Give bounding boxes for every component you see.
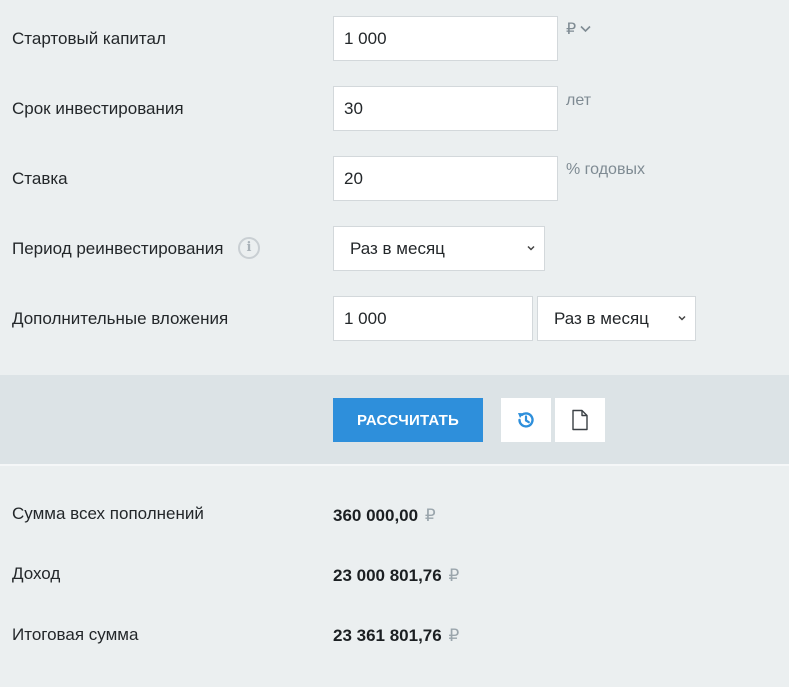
currency-selector[interactable]: ₽ [566, 19, 591, 39]
term-label: Срок инвестирования [12, 99, 184, 118]
chevron-down-icon [527, 245, 535, 251]
document-icon [572, 409, 588, 431]
currency-symbol: ₽ [566, 21, 577, 38]
chevron-down-icon [678, 315, 686, 321]
currency-symbol: ₽ [448, 566, 460, 585]
extra-contrib-period-select[interactable]: Раз в месяц [537, 296, 696, 341]
final-sum-value: 23 361 801,76 ₽ [333, 626, 460, 645]
divider [0, 464, 789, 466]
history-icon [518, 412, 534, 428]
currency-symbol: ₽ [448, 626, 460, 645]
chevron-down-icon [580, 25, 591, 33]
start-capital-input[interactable] [333, 16, 558, 61]
income-label: Доход [12, 564, 61, 583]
extra-contrib-period-value: Раз в месяц [554, 308, 649, 328]
reinvest-period-label: Период реинвестирования [12, 239, 224, 258]
info-icon[interactable]: i [238, 237, 260, 259]
final-sum-label: Итоговая сумма [12, 625, 139, 644]
term-input[interactable] [333, 86, 558, 131]
history-button[interactable] [501, 398, 551, 442]
rate-label: Ставка [12, 169, 68, 188]
term-unit: лет [566, 92, 592, 109]
extra-contrib-input[interactable] [333, 296, 533, 341]
reinvest-period-select[interactable]: Раз в месяц [333, 226, 545, 271]
rate-unit: % годовых [566, 161, 645, 178]
income-value: 23 000 801,76 ₽ [333, 566, 460, 585]
total-contrib-value: 360 000,00 ₽ [333, 506, 436, 525]
start-capital-label: Стартовый капитал [12, 29, 166, 48]
calculate-button[interactable]: РАССЧИТАТЬ [333, 398, 483, 442]
reinvest-period-value: Раз в месяц [350, 238, 445, 258]
document-button[interactable] [555, 398, 605, 442]
currency-symbol: ₽ [424, 506, 436, 525]
rate-input[interactable] [333, 156, 558, 201]
extra-contrib-label: Дополнительные вложения [12, 309, 229, 328]
total-contrib-label: Сумма всех пополнений [12, 504, 204, 523]
